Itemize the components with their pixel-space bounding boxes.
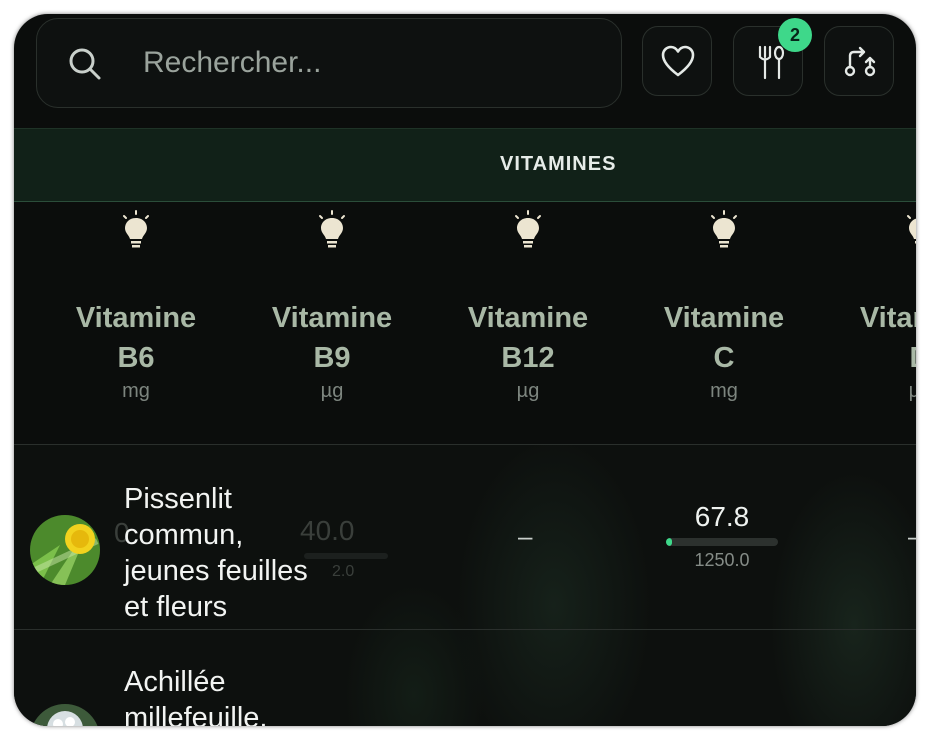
column-header-d[interactable]: Vitamine D µg: [822, 200, 916, 444]
cutlery-icon: [758, 45, 785, 80]
column-name-line1: Vitamine: [663, 302, 785, 334]
column-name-line2: B12: [501, 342, 555, 374]
column-name-line2: B9: [313, 342, 351, 374]
section-title: VITAMINES: [500, 153, 617, 175]
vitamin-c-reference: 1250.0: [694, 550, 750, 570]
plant-thumbnail: [30, 704, 100, 726]
column-name-line1: Vitamine: [859, 302, 916, 334]
lightbulb-icon: [711, 210, 737, 248]
compare-arrows-icon: [844, 46, 876, 77]
vitamin-c-progress-bar: [666, 538, 778, 546]
lightbulb-icon: [319, 210, 345, 248]
column-name-line1: Vitamine: [467, 302, 589, 334]
column-header-b12[interactable]: Vitamine B12 µg: [430, 200, 626, 444]
favorites-button[interactable]: [642, 26, 712, 96]
table-row[interactable]: 0 40.0 2.0 Pissenlit commun, jeunes feui…: [14, 445, 916, 629]
dandelion-image: [30, 515, 100, 585]
plant-name-line: commun,: [124, 519, 244, 551]
b12-value: –: [518, 521, 533, 551]
b9-ref-ghost: 2.0: [332, 563, 355, 580]
column-header-c[interactable]: Vitamine C mg: [626, 200, 822, 444]
lightbulb-icon: [515, 210, 541, 248]
column-name-line2: C: [713, 342, 735, 374]
section-header: VITAMINES: [14, 128, 916, 202]
column-unit: µg: [516, 380, 540, 402]
plant-name-line: et fleurs: [124, 591, 228, 623]
vitamin-c-progress-fill: [666, 538, 673, 546]
plant-name-line: millefeuille,: [124, 702, 268, 726]
column-header-b6[interactable]: Vitamine B6 mg: [38, 200, 234, 444]
plant-name-line: Achillée: [124, 666, 226, 698]
lightbulb-icon: [907, 215, 916, 244]
cutlery-count-badge: 2: [778, 18, 812, 52]
column-name-line1: Vitamine: [75, 302, 197, 334]
search-placeholder: Rechercher...: [143, 46, 322, 79]
compare-button[interactable]: [824, 26, 894, 96]
search-bar[interactable]: Rechercher...: [36, 18, 622, 108]
vitamin-c-value: 67.8: [694, 501, 750, 532]
column-unit: mg: [122, 380, 150, 402]
b9-bar-ghost: [304, 553, 388, 559]
column-name-line2: B6: [117, 342, 155, 374]
table-row[interactable]: Achillée millefeuille, ...: [14, 630, 916, 726]
plant-name-line: Pissenlit: [124, 483, 232, 515]
column-unit: µg: [320, 380, 344, 402]
search-icon: [69, 48, 101, 80]
heart-icon: [661, 45, 695, 77]
column-header-b9[interactable]: Vitamine B9 µg: [234, 200, 430, 444]
yarrow-image: [30, 704, 100, 726]
plant-name-line: jeunes feuilles: [124, 555, 308, 587]
d-value: –: [908, 521, 916, 552]
lightbulb-icon: [123, 210, 149, 248]
app-frame: Rechercher... 2 VITAMINES Vitamine B6 mg…: [14, 14, 916, 726]
column-name-line2: D: [822, 338, 916, 378]
b9-value-ghost: 40.0: [300, 515, 355, 546]
plant-name: Achillée millefeuille, ...: [124, 664, 267, 726]
column-name-line1: Vitamine: [271, 302, 393, 334]
plant-name: Pissenlit commun, jeunes feuilles et fle…: [124, 481, 308, 625]
column-unit: µg: [908, 380, 916, 402]
plant-thumbnail: [30, 515, 100, 585]
column-unit: mg: [710, 380, 738, 402]
